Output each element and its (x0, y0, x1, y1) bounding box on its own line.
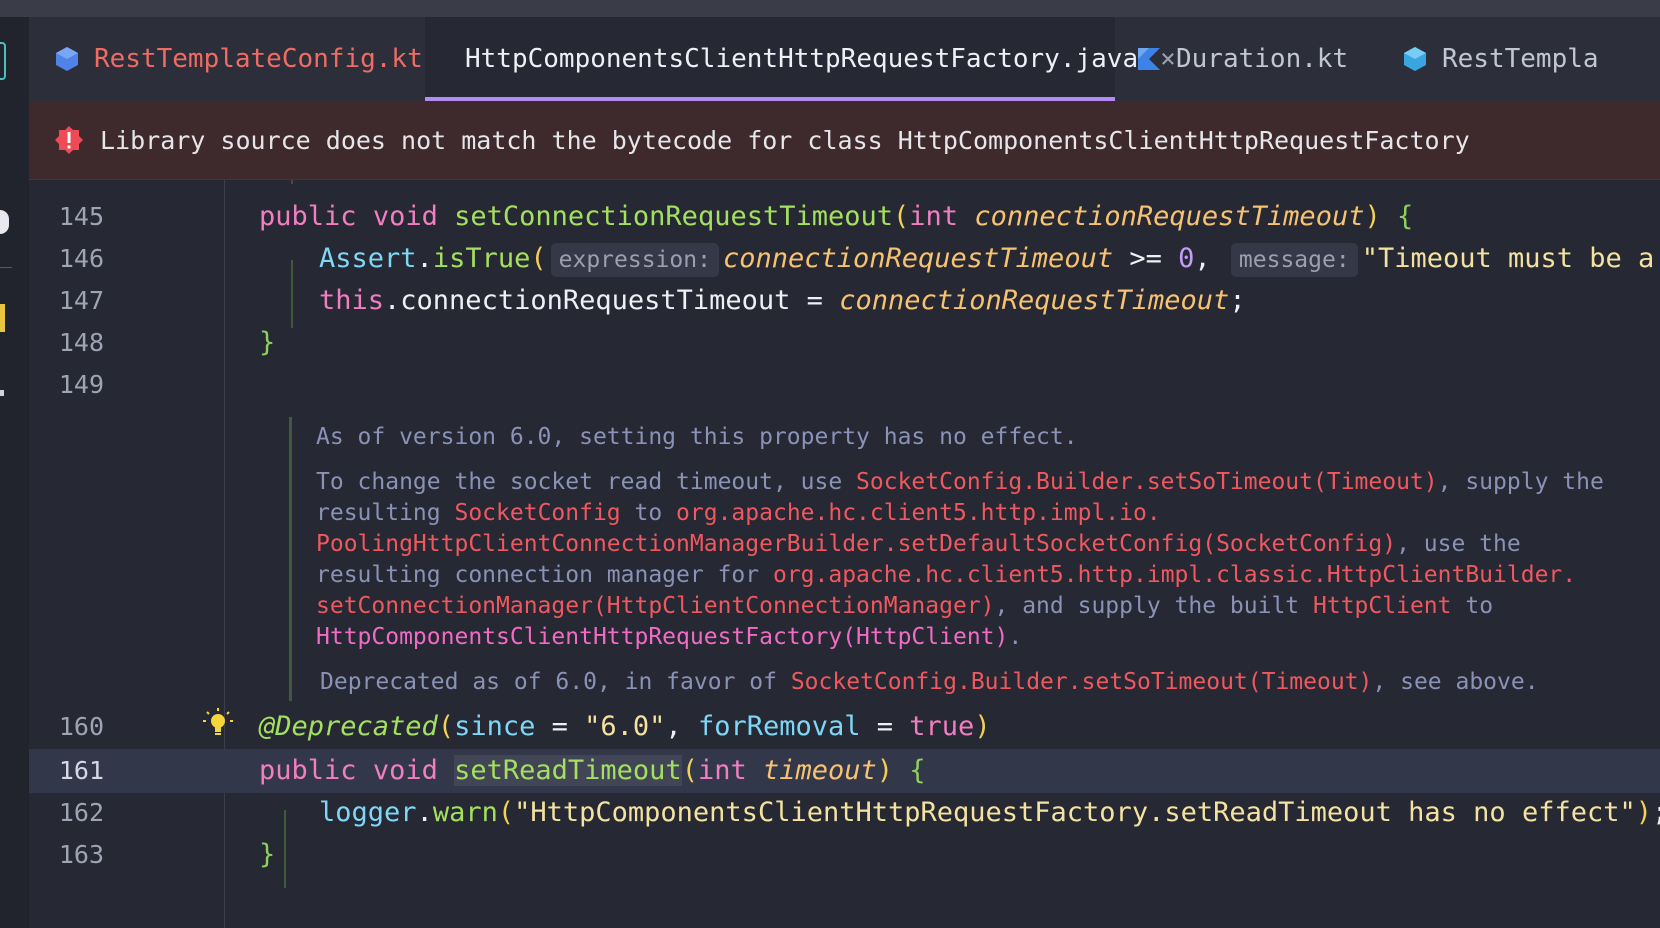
tab-label: RestTempla (1442, 44, 1599, 74)
tab-resttemplateconfig[interactable]: RestTemplateConfig.kt (54, 17, 423, 101)
code-line-162[interactable]: 162 logger.warn("HttpComponentsClientHtt… (29, 791, 1660, 835)
doc-link[interactable]: SocketConfig.Builder.setSoTimeout(Timeou… (856, 469, 1438, 495)
line-number: 148 (58, 328, 104, 357)
line-number: 149 (58, 370, 104, 399)
code-line-161[interactable]: 161 public void setReadTimeout(int timeo… (29, 749, 1660, 793)
code-line-147[interactable]: 147 this.connectionRequestTimeout = conn… (29, 279, 1660, 323)
line-number: 163 (58, 840, 104, 869)
parameter-hint: expression: (550, 242, 719, 277)
code-line-148[interactable]: 148 } (29, 321, 1660, 365)
java-class-icon (1404, 47, 1426, 71)
window-top-strip (0, 0, 1660, 17)
parameter-hint: message: (1230, 242, 1358, 277)
line-number: 161 (58, 756, 104, 785)
strip-divider (0, 267, 12, 268)
banner-message: Library source does not match the byteco… (100, 125, 1470, 155)
error-icon (55, 126, 83, 154)
code-editor[interactable]: 145 public void setConnectionRequestTime… (29, 180, 1660, 928)
strip-bookmark-icon[interactable] (0, 304, 5, 332)
code-line-149[interactable]: 149 (29, 363, 1660, 407)
editor-tab-bar: RestTemplateConfig.kt HttpComponentsClie… (29, 17, 1660, 102)
code-line-146[interactable]: 146 Assert.isTrue(expression: connectionR… (29, 237, 1660, 281)
code-line-145[interactable]: 145 public void setConnectionRequestTime… (29, 195, 1660, 239)
doc-paragraph: As of version 6.0, setting this property… (316, 424, 1078, 450)
strip-dot-icon (0, 390, 4, 396)
tab-duration[interactable]: Duration.kt (1136, 17, 1348, 101)
doc-link[interactable]: SocketConfig (454, 500, 620, 526)
line-number: 145 (58, 202, 104, 231)
doc-link[interactable]: HttpClient (1313, 593, 1451, 619)
left-tool-strip (0, 17, 29, 928)
code-line-160[interactable]: 160 @Deprecated(since = "6.0", forRemova… (29, 705, 1660, 749)
tab-label: Duration.kt (1176, 44, 1349, 74)
tab-label: HttpComponentsClientHttpRequestFactory.j… (465, 44, 1139, 74)
strip-toggle-icon[interactable] (0, 210, 9, 234)
java-class-icon (56, 47, 78, 71)
rendered-javadoc: As of version 6.0, setting this property… (289, 417, 1660, 701)
indent-guide (291, 180, 293, 184)
kotlin-file-icon (1138, 48, 1160, 70)
line-number: 147 (58, 286, 104, 315)
doc-link[interactable]: org.apache.hc.client5.http.impl.classic.… (773, 562, 1576, 588)
tab-resttemplate[interactable]: RestTempla (1402, 17, 1599, 101)
library-mismatch-banner: Library source does not match the byteco… (29, 101, 1660, 180)
line-number: 146 (58, 244, 104, 273)
doc-link[interactable]: SocketConfig.Builder.setSoTimeout(Timeou… (791, 669, 1373, 695)
tab-httpcomponentsclienthttprequestfactory[interactable]: HttpComponentsClientHttpRequestFactory.j… (425, 17, 1176, 101)
strip-marker-icon[interactable] (0, 42, 6, 80)
tab-label: RestTemplateConfig.kt (94, 44, 423, 74)
doc-paragraph: Deprecated as of 6.0, in favor of Socket… (320, 669, 1539, 695)
doc-link[interactable]: setConnectionManager(HttpClientConnectio… (316, 593, 995, 619)
code-line-163[interactable]: 163 } (29, 833, 1660, 877)
line-number: 162 (58, 798, 104, 827)
doc-paragraph: To change the socket read timeout, use S… (316, 469, 1604, 650)
doc-link[interactable]: PoolingHttpClientConnectionManagerBuilde… (316, 531, 1396, 557)
doc-link[interactable]: HttpComponentsClientHttpRequestFactory(H… (316, 624, 1008, 650)
doc-link[interactable]: org.apache.hc.client5.http.impl.io. (676, 500, 1161, 526)
line-number: 160 (58, 712, 104, 741)
